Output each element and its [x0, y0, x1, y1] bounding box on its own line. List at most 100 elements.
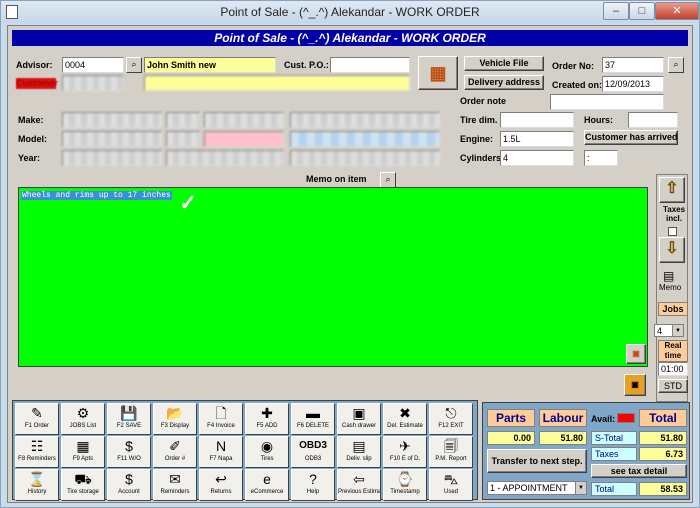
engine-input[interactable]: 1.5L: [500, 131, 574, 147]
move-down-button[interactable]: ⇩: [659, 237, 685, 263]
move-up-button[interactable]: ⇧: [659, 177, 685, 203]
fkey-label: Deliv. slip: [346, 456, 372, 462]
make-label: Make:: [18, 115, 44, 125]
fkey-button-2[interactable]: 💾 F2 SAVE: [107, 403, 151, 435]
tire-dim-input[interactable]: [500, 112, 574, 128]
order-lookup-button[interactable]: ⌕: [668, 57, 684, 73]
taxes-value: 6.73: [639, 447, 687, 461]
fleet-input[interactable]: [290, 150, 440, 166]
fkey-button-14[interactable]: N F7 Napa: [199, 436, 243, 468]
exit-icon: ▣: [631, 380, 639, 389]
cylinders-input[interactable]: 4: [500, 150, 574, 166]
fkey-button-20[interactable]: ⌛ History: [15, 469, 59, 501]
fkey-button-21[interactable]: ⛟ Tire storage: [61, 469, 105, 501]
fkey-button-26[interactable]: ? Help: [291, 469, 335, 501]
fkey-label: JOBS List: [69, 423, 97, 429]
created-on-input[interactable]: 12/09/2013: [602, 76, 664, 92]
hours-input[interactable]: [628, 112, 678, 128]
advisor-lookup-button[interactable]: ⌕: [126, 57, 142, 73]
jobs-value: 4: [657, 326, 663, 336]
fkey-icon: ⎋: [445, 405, 457, 421]
fkey-button-5[interactable]: ✚ F5 ADD: [245, 403, 289, 435]
fkey-icon: ▣: [352, 405, 366, 421]
maximize-button[interactable]: □: [629, 2, 655, 20]
fkey-icon: ↩: [215, 471, 227, 487]
taxes-incl-checkbox[interactable]: [668, 227, 677, 236]
memo-textarea[interactable]: Wheels and rims up to 17 inches ✓: [18, 187, 648, 367]
vehicle-file-button[interactable]: Vehicle File: [464, 56, 544, 71]
jobs-select[interactable]: 4 ▼: [654, 324, 684, 337]
fkey-label: P.M. Report: [435, 456, 467, 462]
fkey-label: Order #: [164, 456, 186, 462]
see-tax-detail-button[interactable]: see tax detail: [591, 464, 687, 478]
fkey-button-29[interactable]: ⛍ Used: [429, 469, 473, 501]
vin-input[interactable]: [290, 112, 440, 128]
checkmark-icon: ✓: [179, 190, 198, 215]
memo-text: Wheels and rims up to 17 inches: [21, 191, 172, 200]
fkey-icon: 📂: [166, 405, 184, 421]
fkey-button-28[interactable]: ⌚ Timestamp: [383, 469, 427, 501]
customer-code-input[interactable]: [62, 75, 124, 91]
fkey-button-8[interactable]: ✖ Del. Estimate: [383, 403, 427, 435]
customer-card-button[interactable]: ▦: [418, 56, 458, 90]
step-select[interactable]: 1 - APPOINTMENT ▼: [487, 481, 587, 495]
advisor-code-input[interactable]: 0004: [62, 57, 124, 73]
std-button[interactable]: STD: [658, 379, 688, 393]
transfer-next-step-button[interactable]: Transfer to next step.: [487, 449, 587, 473]
fkey-icon: ?: [309, 471, 317, 487]
labour-value: 51.80: [539, 431, 587, 445]
trim-label: [166, 112, 200, 128]
plate-input[interactable]: [204, 131, 284, 147]
year-input[interactable]: [62, 150, 162, 166]
customer-name-input[interactable]: [144, 75, 410, 91]
real-time-input[interactable]: 01:00: [658, 362, 688, 376]
minimize-button[interactable]: –: [603, 2, 629, 20]
fkey-button-18[interactable]: ✈ F10 E of D.: [383, 436, 427, 468]
fkey-button-12[interactable]: $ F11 W/O: [107, 436, 151, 468]
fkey-button-4[interactable]: 🗋 F4 Invoice: [199, 403, 243, 435]
fkey-button-23[interactable]: ✉ Reminders: [153, 469, 197, 501]
fkey-label: Tires: [260, 456, 274, 462]
fkey-button-0[interactable]: ✎ F1 Order: [15, 403, 59, 435]
advisor-name-input[interactable]: John Smith new: [144, 57, 276, 73]
exit-form-button[interactable]: ▣: [624, 374, 646, 396]
fkey-icon: ⌛: [28, 471, 46, 487]
plate-label: [166, 131, 200, 147]
fkey-button-1[interactable]: ⚙ JOBS List: [61, 403, 105, 435]
fkey-button-16[interactable]: OBD3 ODB3: [291, 436, 335, 468]
fkey-button-11[interactable]: ▦ F9 Apts: [61, 436, 105, 468]
fkey-icon: ✈: [399, 438, 411, 454]
fkey-icon: e: [263, 471, 271, 487]
customer-arrived-button[interactable]: Customer has arrived: [584, 130, 678, 145]
fkey-button-27[interactable]: ⇦ Previous Estimate: [337, 469, 381, 501]
cust-po-input[interactable]: [330, 57, 410, 73]
memo-lookup-button[interactable]: ⌕: [380, 172, 396, 188]
fkey-button-10[interactable]: ☷ F8 Reminders: [15, 436, 59, 468]
fkey-label: F3 Display: [160, 423, 190, 429]
fkey-button-15[interactable]: ◉ Tires: [245, 436, 289, 468]
fkey-button-17[interactable]: ▤ Deliv. slip: [337, 436, 381, 468]
trim-input[interactable]: [204, 112, 284, 128]
fkey-label: F4 Invoice: [207, 423, 235, 429]
model-input[interactable]: [62, 131, 162, 147]
make-input[interactable]: [62, 112, 162, 128]
fkey-icon: ⛍: [443, 471, 459, 487]
color-input[interactable]: [166, 150, 284, 166]
exit-memo-button[interactable]: ▣: [626, 344, 646, 364]
fkey-button-25[interactable]: e eCommerce: [245, 469, 289, 501]
fkey-button-7[interactable]: ▣ Cash drawer: [337, 403, 381, 435]
fkey-button-24[interactable]: ↩ Returns: [199, 469, 243, 501]
delivery-address-button[interactable]: Delivery address: [464, 75, 544, 90]
order-note-input[interactable]: [550, 94, 664, 110]
arrived-time-input[interactable]: :: [584, 150, 618, 166]
fkey-button-13[interactable]: ✐ Order #: [153, 436, 197, 468]
odometer-input[interactable]: [290, 131, 440, 147]
close-button[interactable]: ✕: [655, 2, 699, 20]
fkey-button-22[interactable]: $ Account: [107, 469, 151, 501]
fkey-button-9[interactable]: ⎋ F12 EXIT: [429, 403, 473, 435]
fkey-icon: ⌚: [396, 471, 414, 487]
fkey-button-6[interactable]: ▬ F6 DELETE: [291, 403, 335, 435]
fkey-button-3[interactable]: 📂 F3 Display: [153, 403, 197, 435]
order-no-input[interactable]: 37: [602, 57, 664, 73]
fkey-button-19[interactable]: 🗐 P.M. Report: [429, 436, 473, 468]
